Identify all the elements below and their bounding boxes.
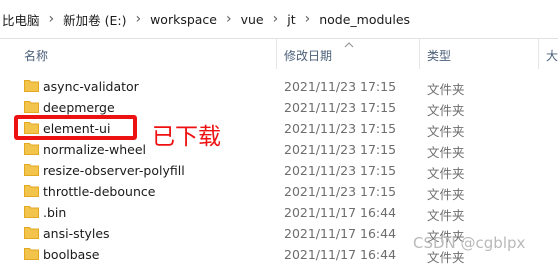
list-item[interactable]: resize-observer-polyfill 2021/11/23 17:1… <box>0 160 558 181</box>
column-header-name[interactable]: 名称 <box>24 47 48 64</box>
file-modified: 2021/11/23 17:15 <box>284 163 397 178</box>
list-item[interactable]: .bin 2021/11/17 16:44 文件夹 <box>0 202 558 223</box>
file-modified: 2021/11/23 17:15 <box>284 121 397 136</box>
column-header-modified[interactable]: 修改日期 <box>284 47 332 64</box>
file-name: async-validator <box>43 79 139 94</box>
address-bar[interactable]: 比电脑 › 新加卷 (E:) › workspace › vue › jt › … <box>0 0 558 39</box>
file-modified: 2021/11/17 16:44 <box>284 226 397 241</box>
list-item[interactable]: async-validator 2021/11/23 17:15 文件夹 <box>0 76 558 97</box>
sort-ascending-icon <box>344 42 354 48</box>
file-modified: 2021/11/17 16:44 <box>284 247 397 262</box>
chevron-right-icon[interactable]: › <box>298 10 318 28</box>
breadcrumb-item-node-modules[interactable]: node_modules <box>317 12 412 27</box>
file-modified: 2021/11/23 17:15 <box>284 142 397 157</box>
folder-icon <box>24 164 39 176</box>
file-type: 文件夹 <box>427 166 465 181</box>
file-modified: 2021/11/23 17:15 <box>284 100 397 115</box>
folder-icon <box>24 101 39 113</box>
file-type: 文件夹 <box>427 187 465 202</box>
file-type: 文件夹 <box>427 82 465 97</box>
annotation-text: 已下载 <box>152 124 221 150</box>
column-divider[interactable] <box>419 39 420 69</box>
breadcrumb-item-vue[interactable]: vue <box>239 12 266 27</box>
breadcrumb-item-jt[interactable]: jt <box>285 12 297 27</box>
folder-icon <box>24 143 39 155</box>
folder-icon <box>24 227 39 239</box>
column-divider[interactable] <box>538 39 539 69</box>
folder-icon <box>24 80 39 92</box>
column-header-size[interactable]: 大 <box>546 47 558 64</box>
column-header-row: 名称 修改日期 类型 大 <box>0 39 558 69</box>
breadcrumb-item-pc[interactable]: 比电脑 <box>0 10 42 29</box>
file-name: resize-observer-polyfill <box>43 163 185 178</box>
file-name: .bin <box>43 205 67 220</box>
file-name: ansi-styles <box>43 226 110 241</box>
chevron-right-icon[interactable]: › <box>219 10 239 28</box>
list-item[interactable]: normalize-wheel 2021/11/23 17:15 文件夹 <box>0 139 558 160</box>
chevron-right-icon[interactable]: › <box>128 10 148 28</box>
file-type: 文件夹 <box>427 124 465 139</box>
watermark: CSDN @cgblpx <box>413 234 526 252</box>
breadcrumb-item-workspace[interactable]: workspace <box>148 12 219 27</box>
file-name: boolbase <box>43 247 100 262</box>
list-item[interactable]: throttle-debounce 2021/11/23 17:15 文件夹 <box>0 181 558 202</box>
file-modified: 2021/11/23 17:15 <box>284 79 397 94</box>
chevron-right-icon[interactable]: › <box>266 10 286 28</box>
file-name: deepmerge <box>43 100 115 115</box>
file-type: 文件夹 <box>427 145 465 160</box>
chevron-right-icon[interactable]: › <box>42 10 62 28</box>
column-divider[interactable] <box>276 39 277 69</box>
file-modified: 2021/11/23 17:15 <box>284 184 397 199</box>
folder-icon <box>24 206 39 218</box>
folder-icon <box>24 185 39 197</box>
file-type: 文件夹 <box>427 208 465 223</box>
column-header-type[interactable]: 类型 <box>427 47 451 64</box>
file-type: 文件夹 <box>427 103 465 118</box>
highlight-box <box>14 115 137 140</box>
breadcrumb-item-drive[interactable]: 新加卷 (E:) <box>61 10 128 29</box>
file-name: throttle-debounce <box>43 184 156 199</box>
folder-icon <box>24 248 39 260</box>
file-name: normalize-wheel <box>43 142 147 157</box>
breadcrumb: 比电脑 › 新加卷 (E:) › workspace › vue › jt › … <box>0 10 412 28</box>
file-modified: 2021/11/17 16:44 <box>284 205 397 220</box>
